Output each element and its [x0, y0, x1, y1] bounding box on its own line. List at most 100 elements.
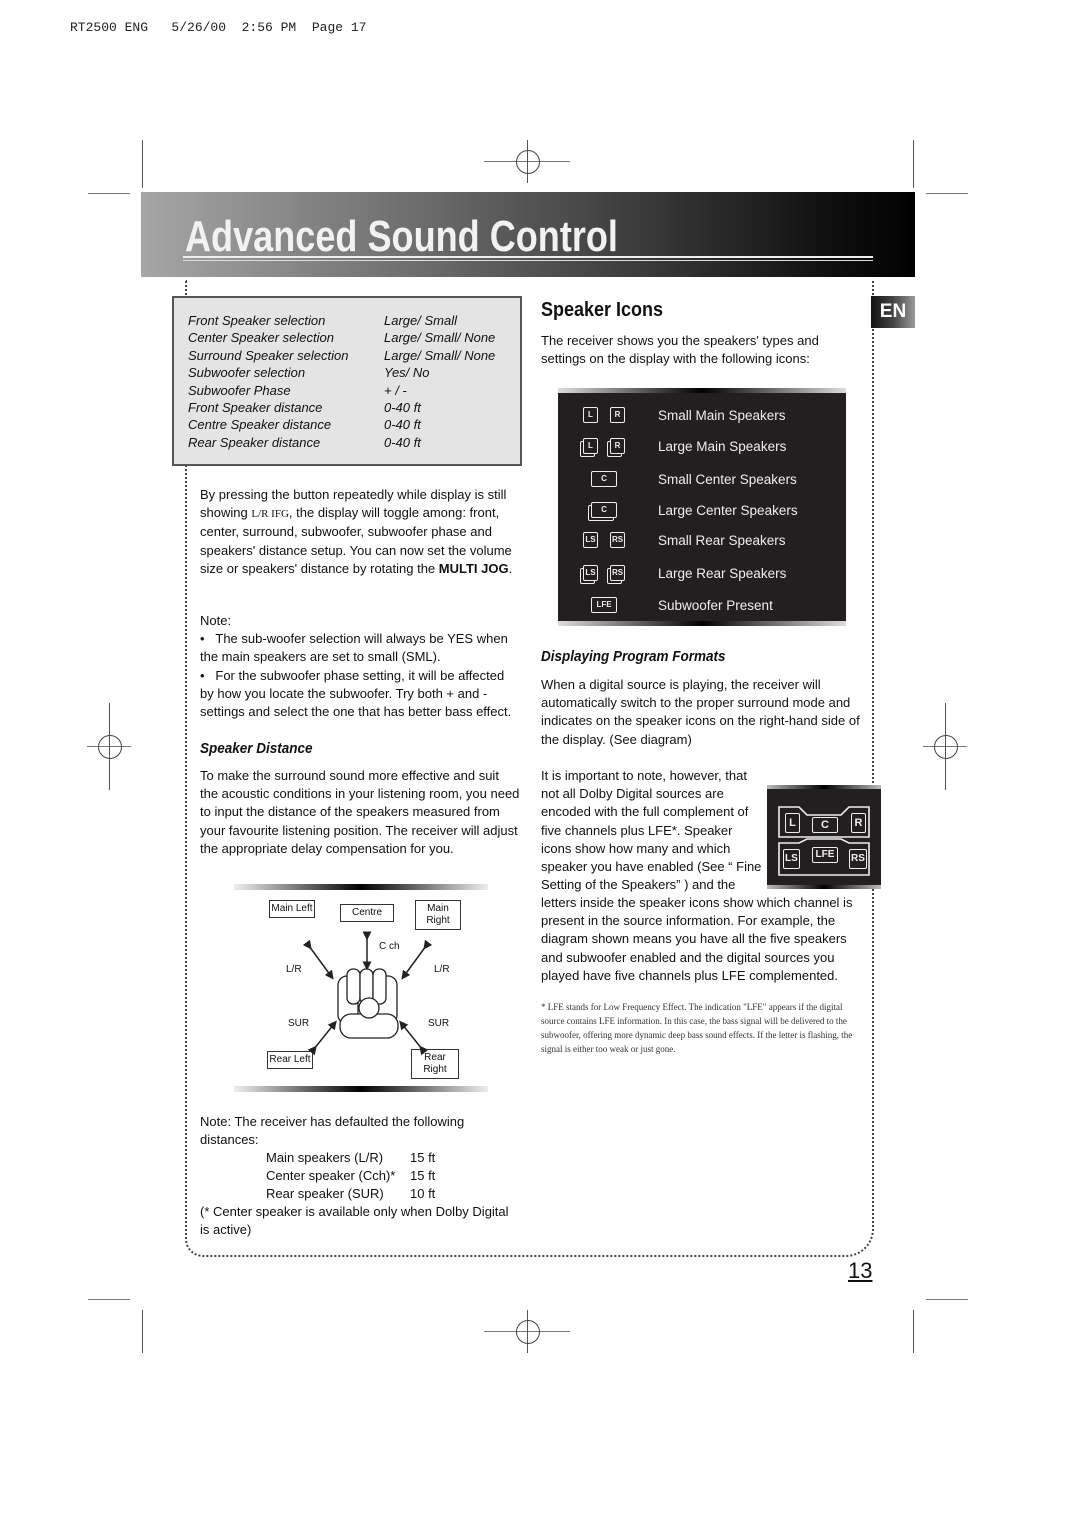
speaker-distance-text: To make the surround sound more effectiv… — [200, 768, 520, 856]
speaker-l-icon: L — [583, 407, 598, 423]
default-distance-row: Center speaker (Cch)* 15 ft — [266, 1167, 435, 1185]
distance-value: 15 ft — [410, 1168, 436, 1184]
speaker-icon-row: L R Small Main Speakers — [558, 400, 846, 430]
note-bullet: • For the subwoofer phase setting, it wi… — [200, 667, 512, 720]
page-number: 13 — [848, 1258, 873, 1283]
registration-mark — [934, 735, 958, 759]
settings-row: Subwoofer Phase + / - — [188, 382, 495, 399]
center-footnote: (* Center speaker is available only when… — [200, 1204, 509, 1238]
speaker-icon-label: Large Rear Speakers — [658, 565, 787, 581]
intro-paragraph: By pressing the button repeatedly while … — [200, 487, 513, 576]
setting-label: Surround Speaker selection — [188, 347, 349, 363]
lfe-footnote: * LFE stands for Low Frequency Effect. T… — [541, 1002, 853, 1054]
distance-value: 10 ft — [410, 1186, 436, 1202]
crop-mark — [913, 1310, 914, 1353]
speaker-icon-row: C Large Center Speakers — [558, 495, 846, 525]
crop-mark — [926, 1299, 968, 1300]
settings-row: Rear Speaker distance 0-40 ft — [188, 434, 495, 451]
speaker-icons-legend: L R Small Main Speakers L R Large Main Speake… — [558, 388, 846, 626]
speaker-layout-icon — [778, 806, 870, 876]
registration-mark — [516, 1320, 540, 1344]
program-format-icon: L C R LS LFE RS — [767, 785, 881, 889]
speaker-icon-label: Subwoofer Present — [658, 597, 773, 613]
multi-jog-label: MULTI JOG — [438, 560, 509, 576]
speaker-icon-label: Large Center Speakers — [658, 502, 798, 518]
language-badge: EN — [871, 296, 915, 328]
speaker-c-icon: C — [591, 502, 617, 518]
speaker-ls-icon: LS — [582, 532, 598, 548]
speaker-name: Main speakers (L/R) — [266, 1150, 384, 1165]
speaker-ls-icon: LS — [783, 849, 800, 869]
speaker-lfe-icon: LFE — [812, 847, 838, 863]
setting-label: Center Speaker selection — [188, 330, 334, 346]
setting-label: Centre Speaker distance — [188, 417, 332, 433]
print-slug: RT2500 ENG 5/26/00 2:56 PM Page 17 — [70, 20, 367, 35]
speaker-icon-row: LS RS Small Rear Speakers — [558, 525, 846, 555]
crop-mark — [142, 1310, 143, 1353]
speaker-l-icon: L — [785, 813, 800, 833]
speaker-icon-label: Small Main Speakers — [658, 407, 786, 423]
speaker-icons-heading: Speaker Icons — [541, 299, 664, 321]
listener-arrows — [302, 931, 433, 1056]
important-note-text: It is important to note, however, that n… — [541, 768, 762, 893]
registration-mark — [516, 150, 540, 174]
speaker-icon-label: Small Rear Speakers — [658, 532, 786, 548]
distance-value: 15 ft — [410, 1150, 436, 1165]
defaults-note: Note: The receiver has defaulted the fol… — [200, 1114, 465, 1148]
settings-row: Centre Speaker distance 0-40 ft — [188, 416, 495, 433]
speaker-name: Rear speaker (SUR) — [266, 1186, 384, 1202]
title-underline — [183, 256, 873, 261]
registration-mark — [98, 735, 122, 759]
speaker-c-icon: C — [812, 817, 838, 833]
note-title: Note: — [200, 613, 232, 628]
page-title: Advanced Sound Control — [185, 212, 618, 261]
crop-mark — [142, 140, 143, 188]
main-left-arrow — [302, 939, 334, 980]
speaker-lfe-icon: LFE — [591, 597, 617, 613]
setting-value: 0-40 ft — [384, 434, 421, 450]
setting-label: Rear Speaker distance — [188, 434, 321, 450]
speaker-rs-icon: RS — [849, 849, 867, 869]
speaker-icon-row: L R Large Main Speakers — [558, 431, 846, 461]
setting-value: Large/ Small/ None — [384, 330, 496, 346]
setting-value: Large/ Small — [384, 313, 457, 328]
speaker-ls-icon: LS — [582, 565, 598, 581]
settings-row: Surround Speaker selection Large/ Small/ … — [188, 347, 495, 364]
settings-row: Front Speaker distance 0-40 ft — [188, 399, 495, 416]
speaker-r-icon: R — [610, 407, 625, 423]
important-note-continued: letters inside the speaker icons show wh… — [541, 895, 853, 983]
settings-row: Center Speaker selection Large/ Small/ No… — [188, 329, 495, 346]
setting-label: Subwoofer selection — [188, 365, 306, 381]
setting-value: 0-40 ft — [384, 400, 421, 416]
speaker-icon-label: Large Main Speakers — [658, 438, 787, 454]
crop-mark — [926, 193, 968, 194]
default-distance-row: Rear speaker (SUR) 10 ft — [266, 1185, 435, 1203]
setting-label: Subwoofer Phase — [188, 382, 291, 398]
setting-value: Large/ Small/ None — [384, 347, 496, 363]
settings-table: Front Speaker selection Large/ Small Cente… — [172, 296, 522, 466]
speaker-icon-label: Small Center Speakers — [658, 471, 797, 487]
display-readout: L/R IFG — [251, 508, 289, 521]
speaker-c-icon: C — [591, 471, 617, 487]
speaker-l-icon: L — [583, 438, 598, 454]
speaker-icon-row: C Small Center Speakers — [558, 464, 846, 494]
speaker-r-icon: R — [610, 438, 625, 454]
page-banner: Advanced Sound Control — [141, 192, 915, 277]
program-formats-text: When a digital source is playing, the re… — [541, 677, 860, 747]
setting-value: Yes/ No — [384, 365, 430, 381]
note-bullet: • The sub-woofer selection will always b… — [200, 631, 508, 665]
speaker-r-icon: R — [851, 813, 866, 833]
crop-mark — [88, 193, 130, 194]
rear-left-arrow — [307, 1020, 337, 1056]
setting-label: Front Speaker distance — [188, 400, 323, 416]
crop-mark — [88, 1299, 130, 1300]
default-distances: Main speakers (L/R) 15 ft Center speaker (… — [266, 1149, 435, 1204]
speaker-rs-icon: RS — [609, 532, 626, 548]
speaker-icon-row: LS RS Large Rear Speakers — [558, 558, 846, 588]
setting-label: Front Speaker selection — [188, 313, 326, 328]
speaker-icons-intro: The receiver shows you the speakers' typ… — [541, 333, 819, 367]
speaker-distance-heading: Speaker Distance — [200, 740, 313, 757]
speaker-rs-icon: RS — [609, 565, 626, 581]
speaker-icon-row: LFE Subwoofer Present — [558, 590, 846, 620]
settings-row: Front Speaker selection Large/ Small — [188, 312, 495, 329]
